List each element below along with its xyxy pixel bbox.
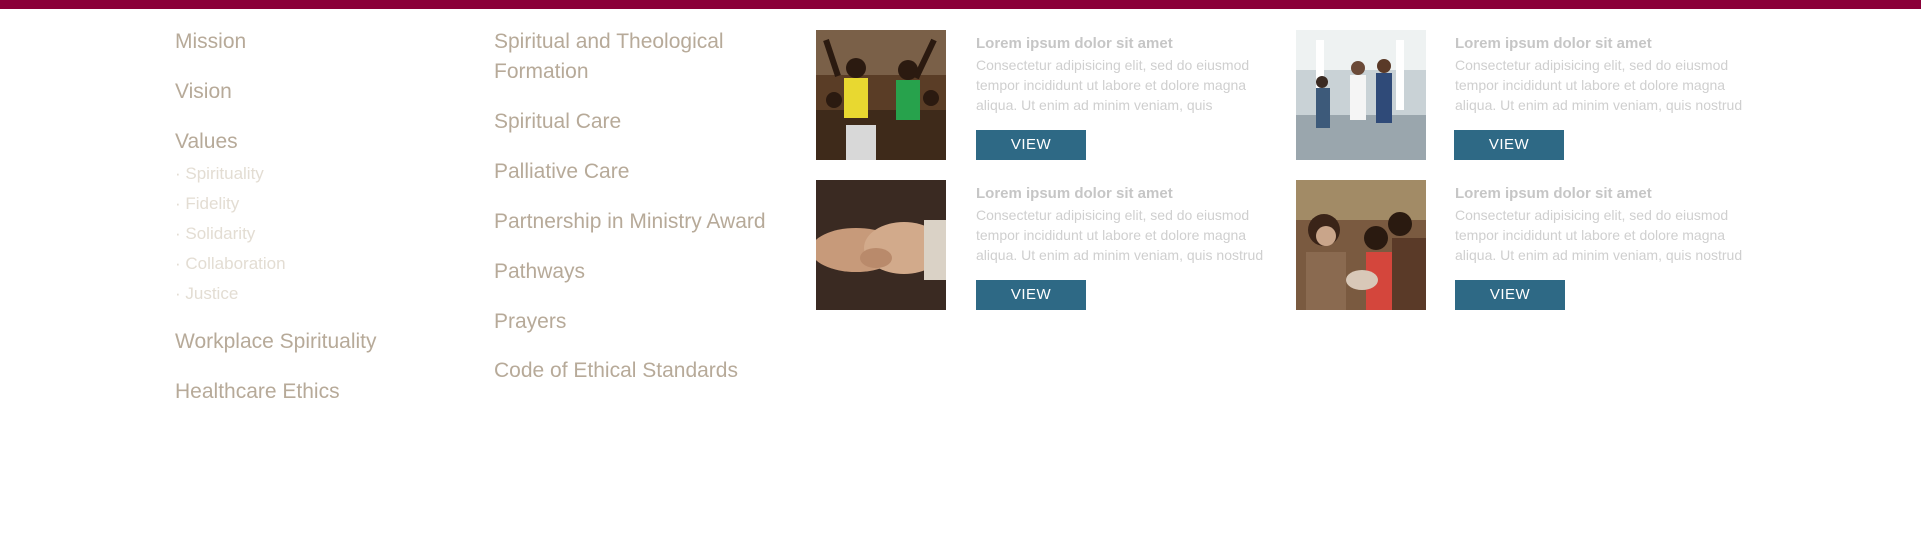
menu-item-partnership-award[interactable]: Partnership in Ministry Award [494,207,766,237]
submenu-item-justice[interactable]: · Justice [175,282,238,306]
card-title: Lorem ipsum dolor sit amet [1455,185,1652,202]
card-view-button[interactable]: VIEW [976,280,1086,310]
menu-item-workplace-spirituality[interactable]: Workplace Spirituality [175,327,377,357]
card-description: Consectetur adipisicing elit, sed do eiu… [976,57,1250,113]
community-group-image[interactable] [1296,180,1426,310]
menu-item-values[interactable]: Values [175,127,238,157]
menu-item-palliative-care[interactable]: Palliative Care [494,157,629,187]
hospital-staff-image[interactable] [1296,30,1426,160]
submenu-item-solidarity[interactable]: · Solidarity [175,222,255,246]
submenu-item-fidelity[interactable]: · Fidelity [175,192,239,216]
card-title: Lorem ipsum dolor sit amet [1455,35,1652,52]
holding-hands-image[interactable] [816,180,946,310]
card-description: Consectetur adipisicing elit, sed do eiu… [1455,57,1743,113]
card-view-button[interactable]: VIEW [1455,280,1565,310]
submenu-item-collaboration[interactable]: · Collaboration [175,252,286,276]
submenu-item-spirituality[interactable]: · Spirituality [175,162,264,186]
menu-item-pathways[interactable]: Pathways [494,257,585,287]
card-title: Lorem ipsum dolor sit amet [976,185,1173,202]
menu-item-spiritual-care[interactable]: Spiritual Care [494,107,621,137]
card-view-button[interactable]: VIEW [1454,130,1564,160]
menu-item-code-of-ethical-standards[interactable]: Code of Ethical Standards [494,356,738,386]
menu-item-prayers[interactable]: Prayers [494,307,566,337]
menu-item-mission[interactable]: Mission [175,27,246,57]
menu-item-vision[interactable]: Vision [175,77,232,107]
card-description: Consectetur adipisicing elit, sed do eiu… [976,207,1264,263]
menu-item-spiritual-theological-formation[interactable]: Spiritual and Theological Formation [494,27,764,87]
card-title: Lorem ipsum dolor sit amet [976,35,1173,52]
children-celebrating-image[interactable] [816,30,946,160]
menu-item-healthcare-ethics[interactable]: Healthcare Ethics [175,377,340,407]
card-description: Consectetur adipisicing elit, sed do eiu… [1455,207,1743,263]
top-accent-bar [0,0,1921,9]
card-view-button[interactable]: VIEW [976,130,1086,160]
